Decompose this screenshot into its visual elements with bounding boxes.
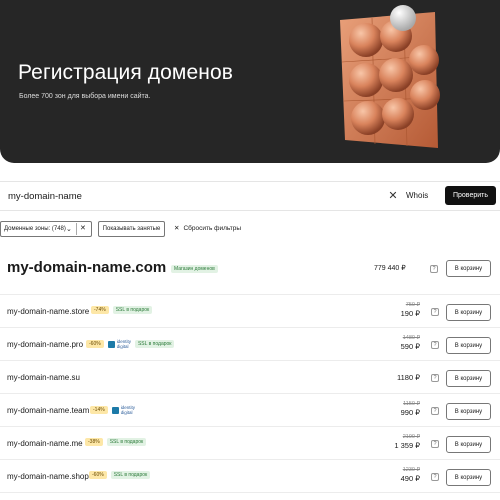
row-badges: -60% SSL в подарок bbox=[89, 471, 151, 479]
filters-bar: Доменные зоны: (748) ⌄ ✕ Показывать заня… bbox=[0, 221, 500, 238]
help-icon[interactable]: ? bbox=[431, 308, 439, 316]
main-result-row: my-domain-name.com Магазин доменов 779 4… bbox=[0, 257, 500, 281]
ssl-gift-badge: SSL в подарок bbox=[134, 340, 175, 348]
filter-divider bbox=[76, 223, 77, 235]
add-to-cart-button[interactable]: В корзину bbox=[446, 403, 491, 420]
table-row: my-domain-name.team -14% identity digital 11… bbox=[0, 395, 500, 427]
hero-banner: Регистрация доменов Более 700 зон для вы… bbox=[0, 0, 500, 163]
help-icon[interactable]: ? bbox=[431, 473, 439, 481]
main-domain-name: my-domain-name.com bbox=[7, 259, 167, 276]
page-subtitle: Более 700 зон для выбора имени сайта. bbox=[19, 93, 151, 100]
domain-search-input[interactable] bbox=[0, 182, 380, 210]
row-badges: -74% SSL в подарок bbox=[91, 306, 153, 314]
old-price: 1230 ₽ bbox=[402, 467, 420, 473]
table-row: my-domain-name.me -38% SSL в подарок 2190 ₽… bbox=[0, 428, 500, 460]
row-badges: -60% identity digital SSL в подарок bbox=[86, 339, 175, 349]
domain-name: my-domain-name.store bbox=[7, 307, 90, 316]
identity-mark-icon bbox=[111, 406, 119, 414]
discount-badge: -38% bbox=[85, 438, 103, 446]
identity-mark-icon bbox=[107, 340, 115, 348]
identity-logo-text: digital bbox=[120, 410, 133, 415]
add-to-cart-button[interactable]: В корзину bbox=[446, 260, 491, 277]
reset-filters-label: Сбросить фильтры bbox=[183, 224, 242, 232]
price-block: 2190 ₽1 359 ₽ bbox=[394, 434, 420, 450]
discount-badge: -60% bbox=[89, 471, 107, 479]
main-price: 779 440 ₽ bbox=[374, 265, 406, 272]
price: 190 ₽ bbox=[400, 309, 420, 318]
add-to-cart-button[interactable]: В корзину bbox=[446, 304, 491, 321]
add-to-cart-button[interactable]: В корзину bbox=[446, 469, 491, 486]
domain-zones-label: Доменные зоны: (748) bbox=[4, 226, 66, 232]
price-block: 1230 ₽490 ₽ bbox=[401, 467, 420, 483]
table-row: my-domain-name.store -74% SSL в подарок 750… bbox=[0, 296, 500, 328]
domain-shop-badge: Магазин доменов bbox=[171, 265, 218, 273]
table-row: my-domain-name.shop -60% SSL в подарок 1230… bbox=[0, 461, 500, 493]
close-icon[interactable]: ✕ bbox=[387, 190, 399, 202]
domain-name: my-domain-name.pro bbox=[7, 340, 84, 349]
add-to-cart-button[interactable]: В корзину bbox=[446, 337, 491, 354]
price: 990 ₽ bbox=[400, 408, 420, 417]
identity-digital-logo: identity digital bbox=[107, 339, 131, 349]
table-row: my-domain-name.su 1180 ₽? В корзину bbox=[0, 362, 500, 394]
old-price: 1150 ₽ bbox=[403, 401, 420, 407]
reset-filters-button[interactable]: ✕ Сбросить фильтры bbox=[174, 224, 242, 233]
discount-badge: -74% bbox=[91, 306, 109, 314]
domain-zones-filter[interactable]: Доменные зоны: (748) ⌄ ✕ bbox=[0, 221, 92, 237]
price-block: 1150 ₽990 ₽ bbox=[401, 401, 420, 417]
add-to-cart-button[interactable]: В корзину bbox=[446, 370, 491, 387]
close-icon: ✕ bbox=[174, 225, 180, 232]
domain-name: my-domain-name.shop bbox=[7, 472, 89, 481]
old-price: 750 ₽ bbox=[405, 302, 420, 308]
price: 590 ₽ bbox=[400, 342, 420, 351]
help-icon[interactable]: ? bbox=[431, 440, 439, 448]
help-icon[interactable]: ? bbox=[430, 265, 438, 273]
table-row: my-domain-name.pro -60% identity digital SSL… bbox=[0, 329, 500, 361]
hero-illustration bbox=[340, 5, 440, 148]
price-block: 750 ₽190 ₽ bbox=[401, 302, 420, 318]
price: 1180 ₽ bbox=[397, 373, 420, 382]
domain-name: my-domain-name.me bbox=[7, 439, 83, 448]
close-icon[interactable]: ✕ bbox=[80, 224, 86, 232]
chevron-down-icon[interactable]: ⌄ bbox=[66, 225, 72, 233]
price: 490 ₽ bbox=[400, 474, 420, 483]
check-button[interactable]: Проверить bbox=[445, 186, 496, 205]
domain-name: my-domain-name.team bbox=[7, 406, 90, 415]
ssl-gift-badge: SSL в подарок bbox=[110, 471, 151, 479]
whois-link[interactable]: Whois bbox=[406, 191, 428, 200]
search-bar: ✕ Whois bbox=[0, 181, 500, 211]
help-icon[interactable]: ? bbox=[431, 374, 439, 382]
row-badges: -38% SSL в подарок bbox=[85, 438, 147, 446]
old-price: 1480 ₽ bbox=[402, 335, 420, 341]
page-title: Регистрация доменов bbox=[18, 61, 233, 84]
price: 1 359 ₽ bbox=[394, 441, 420, 450]
ssl-gift-badge: SSL в подарок bbox=[112, 306, 153, 314]
domain-name: my-domain-name.su bbox=[7, 373, 80, 382]
ssl-gift-badge: SSL в подарок bbox=[106, 438, 147, 446]
discount-badge: -60% bbox=[86, 340, 104, 348]
help-icon[interactable]: ? bbox=[431, 407, 439, 415]
price-block: 1480 ₽590 ₽ bbox=[401, 335, 420, 351]
row-badges: -14% identity digital bbox=[90, 405, 135, 415]
identity-digital-logo: identity digital bbox=[111, 405, 135, 415]
show-taken-toggle[interactable]: Показывать занятые bbox=[98, 221, 165, 237]
add-to-cart-button[interactable]: В корзину bbox=[446, 436, 491, 453]
help-icon[interactable]: ? bbox=[431, 341, 439, 349]
old-price: 2190 ₽ bbox=[402, 434, 420, 440]
discount-badge: -14% bbox=[90, 406, 108, 414]
divider bbox=[0, 294, 500, 295]
identity-logo-text: digital bbox=[116, 344, 129, 349]
